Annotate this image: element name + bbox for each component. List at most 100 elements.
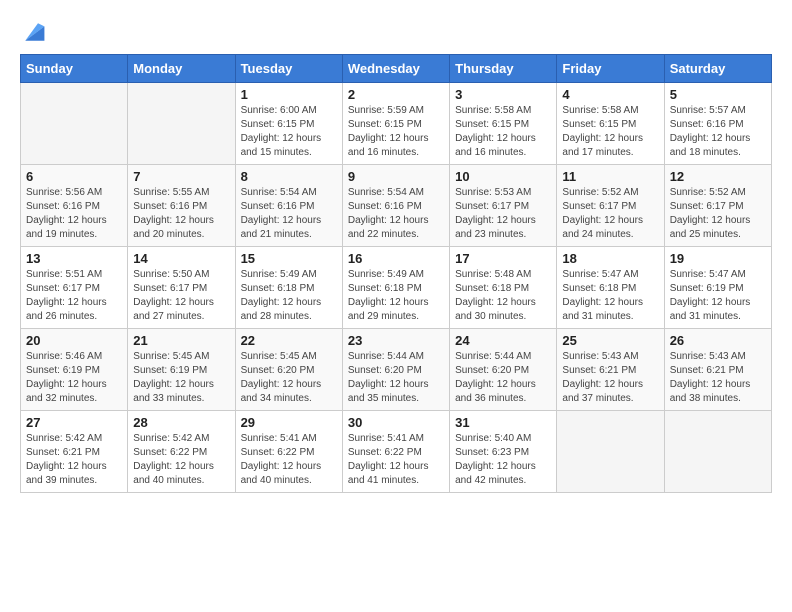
day-cell: 10 Sunrise: 5:53 AM Sunset: 6:17 PM Dayli… bbox=[450, 165, 557, 247]
calendar-header: SundayMondayTuesdayWednesdayThursdayFrid… bbox=[21, 55, 772, 83]
day-info: Sunrise: 5:53 AM Sunset: 6:17 PM Dayligh… bbox=[455, 186, 551, 242]
day-number: 22 bbox=[241, 333, 337, 348]
day-number: 25 bbox=[562, 333, 658, 348]
day-info: Sunrise: 5:59 AM Sunset: 6:15 PM Dayligh… bbox=[348, 104, 444, 160]
day-number: 16 bbox=[348, 251, 444, 266]
day-cell bbox=[664, 411, 771, 493]
day-info: Sunrise: 5:49 AM Sunset: 6:18 PM Dayligh… bbox=[348, 268, 444, 324]
day-number: 30 bbox=[348, 415, 444, 430]
day-info: Sunrise: 5:47 AM Sunset: 6:18 PM Dayligh… bbox=[562, 268, 658, 324]
day-number: 2 bbox=[348, 87, 444, 102]
header-cell-wednesday: Wednesday bbox=[342, 55, 449, 83]
day-cell bbox=[128, 83, 235, 165]
day-info: Sunrise: 5:47 AM Sunset: 6:19 PM Dayligh… bbox=[670, 268, 766, 324]
day-number: 8 bbox=[241, 169, 337, 184]
day-number: 7 bbox=[133, 169, 229, 184]
day-cell: 14 Sunrise: 5:50 AM Sunset: 6:17 PM Dayli… bbox=[128, 247, 235, 329]
day-cell: 13Sunrise: 5:51 AM Sunset: 6:17 PM Dayli… bbox=[21, 247, 128, 329]
day-cell: 15 Sunrise: 5:49 AM Sunset: 6:18 PM Dayli… bbox=[235, 247, 342, 329]
day-cell bbox=[557, 411, 664, 493]
logo-icon bbox=[22, 20, 46, 44]
day-cell: 20 Sunrise: 5:46 AM Sunset: 6:19 PM Dayli… bbox=[21, 329, 128, 411]
header-cell-thursday: Thursday bbox=[450, 55, 557, 83]
day-info: Sunrise: 5:42 AM Sunset: 6:22 PM Dayligh… bbox=[133, 432, 229, 488]
day-number: 21 bbox=[133, 333, 229, 348]
day-cell: 27 Sunrise: 5:42 AM Sunset: 6:21 PM Dayli… bbox=[21, 411, 128, 493]
day-number: 23 bbox=[348, 333, 444, 348]
day-info: Sunrise: 5:57 AM Sunset: 6:16 PM Dayligh… bbox=[670, 104, 766, 160]
day-number: 24 bbox=[455, 333, 551, 348]
day-info: Sunrise: 5:45 AM Sunset: 6:20 PM Dayligh… bbox=[241, 350, 337, 406]
day-cell: 7 Sunrise: 5:55 AM Sunset: 6:16 PM Daylig… bbox=[128, 165, 235, 247]
day-number: 20 bbox=[26, 333, 122, 348]
day-number: 6 bbox=[26, 169, 122, 184]
day-number: 17 bbox=[455, 251, 551, 266]
day-cell: 22 Sunrise: 5:45 AM Sunset: 6:20 PM Dayli… bbox=[235, 329, 342, 411]
day-info: Sunrise: 5:41 AM Sunset: 6:22 PM Dayligh… bbox=[348, 432, 444, 488]
day-number: 14 bbox=[133, 251, 229, 266]
day-cell: 5 Sunrise: 5:57 AM Sunset: 6:16 PM Daylig… bbox=[664, 83, 771, 165]
day-number: 1 bbox=[241, 87, 337, 102]
header-area bbox=[20, 16, 772, 44]
day-cell: 19 Sunrise: 5:47 AM Sunset: 6:19 PM Dayli… bbox=[664, 247, 771, 329]
calendar-table: SundayMondayTuesdayWednesdayThursdayFrid… bbox=[20, 54, 772, 493]
day-cell: 1 Sunrise: 6:00 AM Sunset: 6:15 PM Daylig… bbox=[235, 83, 342, 165]
day-cell: 18 Sunrise: 5:47 AM Sunset: 6:18 PM Dayli… bbox=[557, 247, 664, 329]
day-info: Sunrise: 5:41 AM Sunset: 6:22 PM Dayligh… bbox=[241, 432, 337, 488]
day-info: Sunrise: 5:42 AM Sunset: 6:21 PM Dayligh… bbox=[26, 432, 122, 488]
day-cell: 29 Sunrise: 5:41 AM Sunset: 6:22 PM Dayli… bbox=[235, 411, 342, 493]
day-cell: 25 Sunrise: 5:43 AM Sunset: 6:21 PM Dayli… bbox=[557, 329, 664, 411]
day-number: 26 bbox=[670, 333, 766, 348]
week-row-2: 6Sunrise: 5:56 AM Sunset: 6:16 PM Daylig… bbox=[21, 165, 772, 247]
day-cell: 4Sunrise: 5:58 AM Sunset: 6:15 PM Daylig… bbox=[557, 83, 664, 165]
header-cell-sunday: Sunday bbox=[21, 55, 128, 83]
day-info: Sunrise: 5:48 AM Sunset: 6:18 PM Dayligh… bbox=[455, 268, 551, 324]
day-info: Sunrise: 5:50 AM Sunset: 6:17 PM Dayligh… bbox=[133, 268, 229, 324]
day-cell: 30 Sunrise: 5:41 AM Sunset: 6:22 PM Dayli… bbox=[342, 411, 449, 493]
day-number: 10 bbox=[455, 169, 551, 184]
day-number: 19 bbox=[670, 251, 766, 266]
day-info: Sunrise: 5:43 AM Sunset: 6:21 PM Dayligh… bbox=[562, 350, 658, 406]
page-container: SundayMondayTuesdayWednesdayThursdayFrid… bbox=[20, 16, 772, 493]
day-info: Sunrise: 5:44 AM Sunset: 6:20 PM Dayligh… bbox=[348, 350, 444, 406]
day-cell: 12Sunrise: 5:52 AM Sunset: 6:17 PM Dayli… bbox=[664, 165, 771, 247]
day-info: Sunrise: 5:58 AM Sunset: 6:15 PM Dayligh… bbox=[455, 104, 551, 160]
day-number: 12 bbox=[670, 169, 766, 184]
day-info: Sunrise: 5:54 AM Sunset: 6:16 PM Dayligh… bbox=[348, 186, 444, 242]
logo-text bbox=[20, 20, 46, 44]
header-cell-tuesday: Tuesday bbox=[235, 55, 342, 83]
day-number: 15 bbox=[241, 251, 337, 266]
day-cell: 24Sunrise: 5:44 AM Sunset: 6:20 PM Dayli… bbox=[450, 329, 557, 411]
day-number: 29 bbox=[241, 415, 337, 430]
day-cell: 2 Sunrise: 5:59 AM Sunset: 6:15 PM Daylig… bbox=[342, 83, 449, 165]
header-row: SundayMondayTuesdayWednesdayThursdayFrid… bbox=[21, 55, 772, 83]
day-number: 27 bbox=[26, 415, 122, 430]
week-row-5: 27 Sunrise: 5:42 AM Sunset: 6:21 PM Dayli… bbox=[21, 411, 772, 493]
day-number: 13 bbox=[26, 251, 122, 266]
day-info: Sunrise: 5:46 AM Sunset: 6:19 PM Dayligh… bbox=[26, 350, 122, 406]
day-cell: 6Sunrise: 5:56 AM Sunset: 6:16 PM Daylig… bbox=[21, 165, 128, 247]
day-info: Sunrise: 5:43 AM Sunset: 6:21 PM Dayligh… bbox=[670, 350, 766, 406]
day-cell: 28 Sunrise: 5:42 AM Sunset: 6:22 PM Dayli… bbox=[128, 411, 235, 493]
day-number: 4 bbox=[562, 87, 658, 102]
day-number: 18 bbox=[562, 251, 658, 266]
day-cell: 3Sunrise: 5:58 AM Sunset: 6:15 PM Daylig… bbox=[450, 83, 557, 165]
week-row-1: 1 Sunrise: 6:00 AM Sunset: 6:15 PM Daylig… bbox=[21, 83, 772, 165]
day-info: Sunrise: 6:00 AM Sunset: 6:15 PM Dayligh… bbox=[241, 104, 337, 160]
day-number: 31 bbox=[455, 415, 551, 430]
day-number: 28 bbox=[133, 415, 229, 430]
week-row-3: 13Sunrise: 5:51 AM Sunset: 6:17 PM Dayli… bbox=[21, 247, 772, 329]
day-info: Sunrise: 5:49 AM Sunset: 6:18 PM Dayligh… bbox=[241, 268, 337, 324]
day-cell: 26 Sunrise: 5:43 AM Sunset: 6:21 PM Dayli… bbox=[664, 329, 771, 411]
day-cell: 8Sunrise: 5:54 AM Sunset: 6:16 PM Daylig… bbox=[235, 165, 342, 247]
day-info: Sunrise: 5:55 AM Sunset: 6:16 PM Dayligh… bbox=[133, 186, 229, 242]
logo bbox=[20, 20, 46, 44]
day-cell: 11Sunrise: 5:52 AM Sunset: 6:17 PM Dayli… bbox=[557, 165, 664, 247]
day-cell: 23 Sunrise: 5:44 AM Sunset: 6:20 PM Dayli… bbox=[342, 329, 449, 411]
day-number: 5 bbox=[670, 87, 766, 102]
header-cell-monday: Monday bbox=[128, 55, 235, 83]
day-cell: 21Sunrise: 5:45 AM Sunset: 6:19 PM Dayli… bbox=[128, 329, 235, 411]
day-cell: 31Sunrise: 5:40 AM Sunset: 6:23 PM Dayli… bbox=[450, 411, 557, 493]
day-info: Sunrise: 5:52 AM Sunset: 6:17 PM Dayligh… bbox=[562, 186, 658, 242]
day-cell: 9Sunrise: 5:54 AM Sunset: 6:16 PM Daylig… bbox=[342, 165, 449, 247]
